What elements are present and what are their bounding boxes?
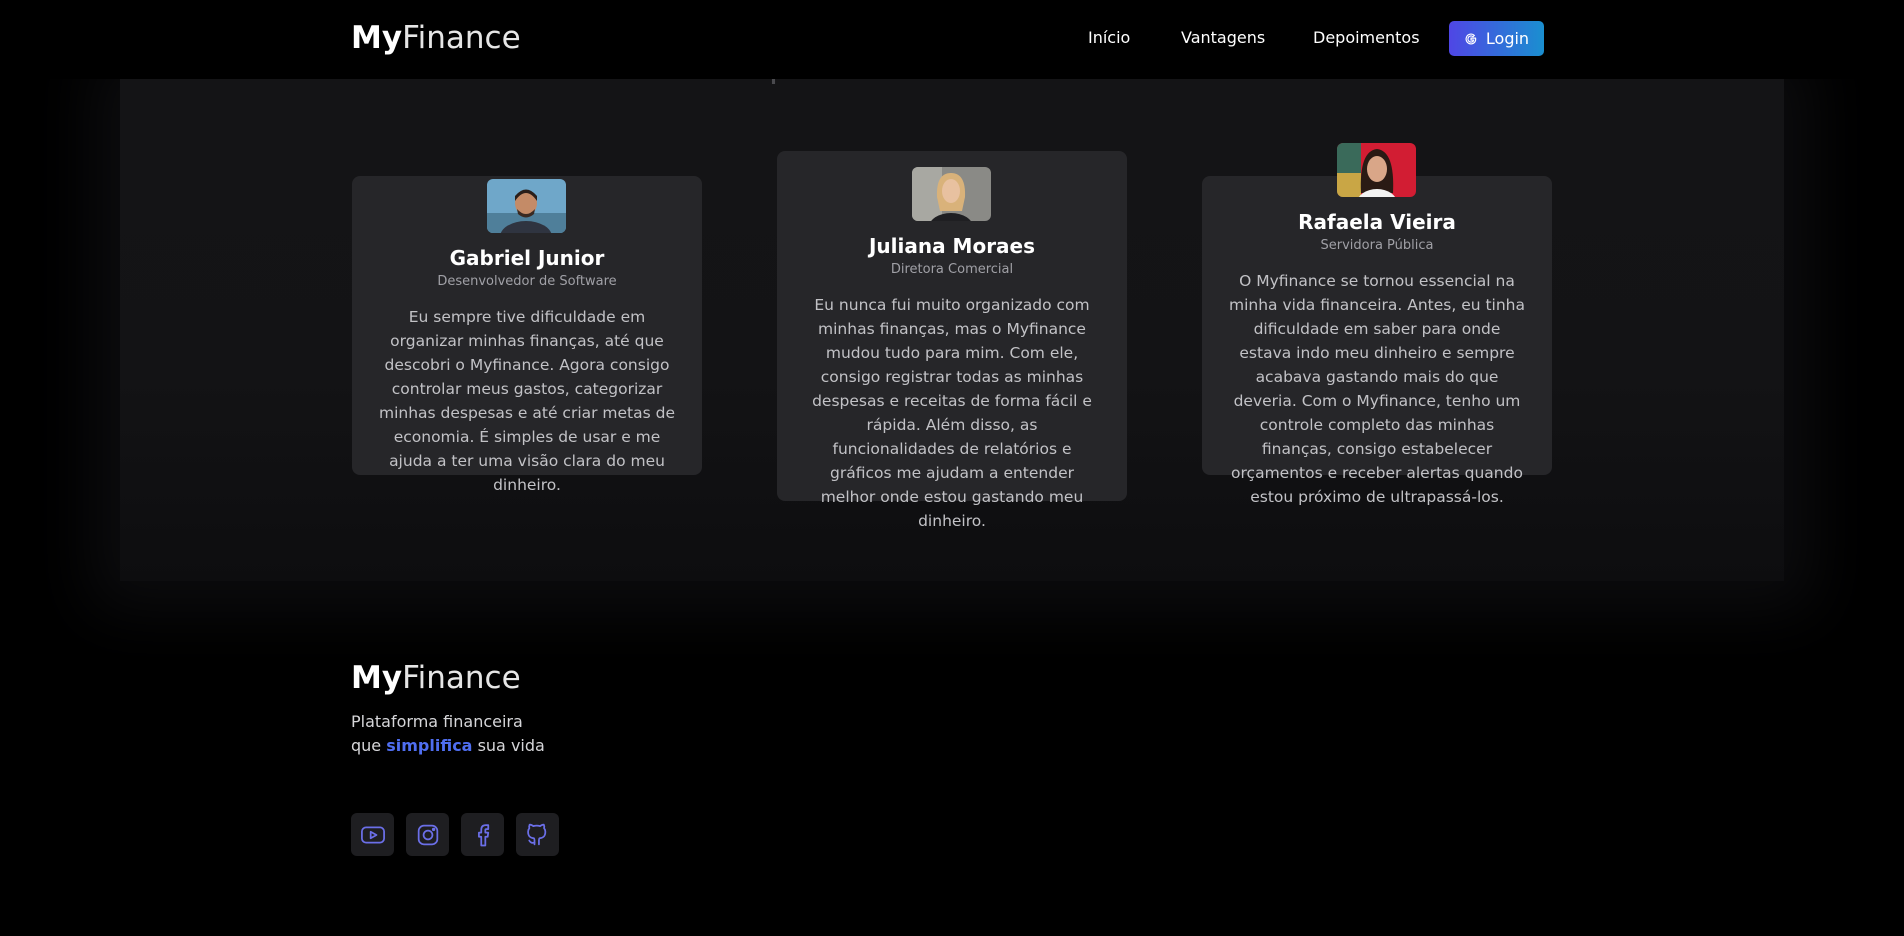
login-button[interactable]: Login xyxy=(1449,21,1544,56)
avatar-rafaela xyxy=(1337,143,1416,197)
testimonial-text: Eu sempre tive dificuldade em organizar … xyxy=(378,308,676,494)
logo-finance: Finance xyxy=(402,660,521,696)
login-label: Login xyxy=(1485,29,1530,48)
tagline-line2: que simplifica sua vida xyxy=(351,734,545,758)
nav-link-inicio[interactable]: Início xyxy=(1088,28,1130,47)
github-icon xyxy=(526,823,546,845)
nav-link-depoimentos[interactable]: Depoimentos xyxy=(1313,28,1420,47)
github-button[interactable] xyxy=(516,813,559,856)
testimonial-name: Rafaela Vieira xyxy=(1298,210,1456,234)
logo-my: My xyxy=(351,660,403,696)
youtube-button[interactable] xyxy=(351,813,394,856)
footer-logo: MyFinance xyxy=(351,660,521,696)
tagline-pre: que xyxy=(351,736,382,755)
avatar-gabriel xyxy=(487,179,566,233)
testimonial-name: Juliana Moraes xyxy=(868,234,1036,258)
testimonial-text: Eu nunca fui muito organizado com minhas… xyxy=(812,296,1092,530)
testimonial-card-juliana: Juliana Moraes Diretora Comercial Eu nun… xyxy=(777,151,1127,530)
navbar: MyFinance Início Vantagens Depoimentos L… xyxy=(0,0,1904,79)
avatar-juliana xyxy=(912,167,991,221)
testimonial-card-gabriel: Gabriel Junior Desenvolvedor de Software… xyxy=(352,176,702,494)
tagline-highlight: simplifica xyxy=(386,736,473,755)
instagram-button[interactable] xyxy=(406,813,449,856)
testimonial-card-rafaela: Rafaela Vieira Servidora Pública O Myfin… xyxy=(1202,143,1552,506)
logo-my: My xyxy=(351,20,403,56)
footer-tagline: Plataforma financeira que simplifica sua… xyxy=(351,710,545,758)
nav-link-vantagens[interactable]: Vantagens xyxy=(1181,28,1265,47)
instagram-icon xyxy=(417,824,438,845)
google-icon xyxy=(1465,33,1477,44)
tagline-line1: Plataforma financeira xyxy=(351,712,523,731)
header-logo[interactable]: MyFinance xyxy=(351,20,521,56)
facebook-button[interactable] xyxy=(461,813,504,856)
logo-finance: Finance xyxy=(402,20,521,56)
youtube-icon xyxy=(360,826,385,843)
testimonial-name: Gabriel Junior xyxy=(449,246,605,270)
testimonial-role: Diretora Comercial xyxy=(890,262,1014,277)
testimonial-role: Servidora Pública xyxy=(1320,238,1434,253)
facebook-icon xyxy=(477,823,489,846)
testimonial-text: O Myfinance se tornou essencial na minha… xyxy=(1229,272,1526,506)
testimonial-role: Desenvolvedor de Software xyxy=(437,274,617,289)
tagline-post: sua vida xyxy=(477,736,545,755)
